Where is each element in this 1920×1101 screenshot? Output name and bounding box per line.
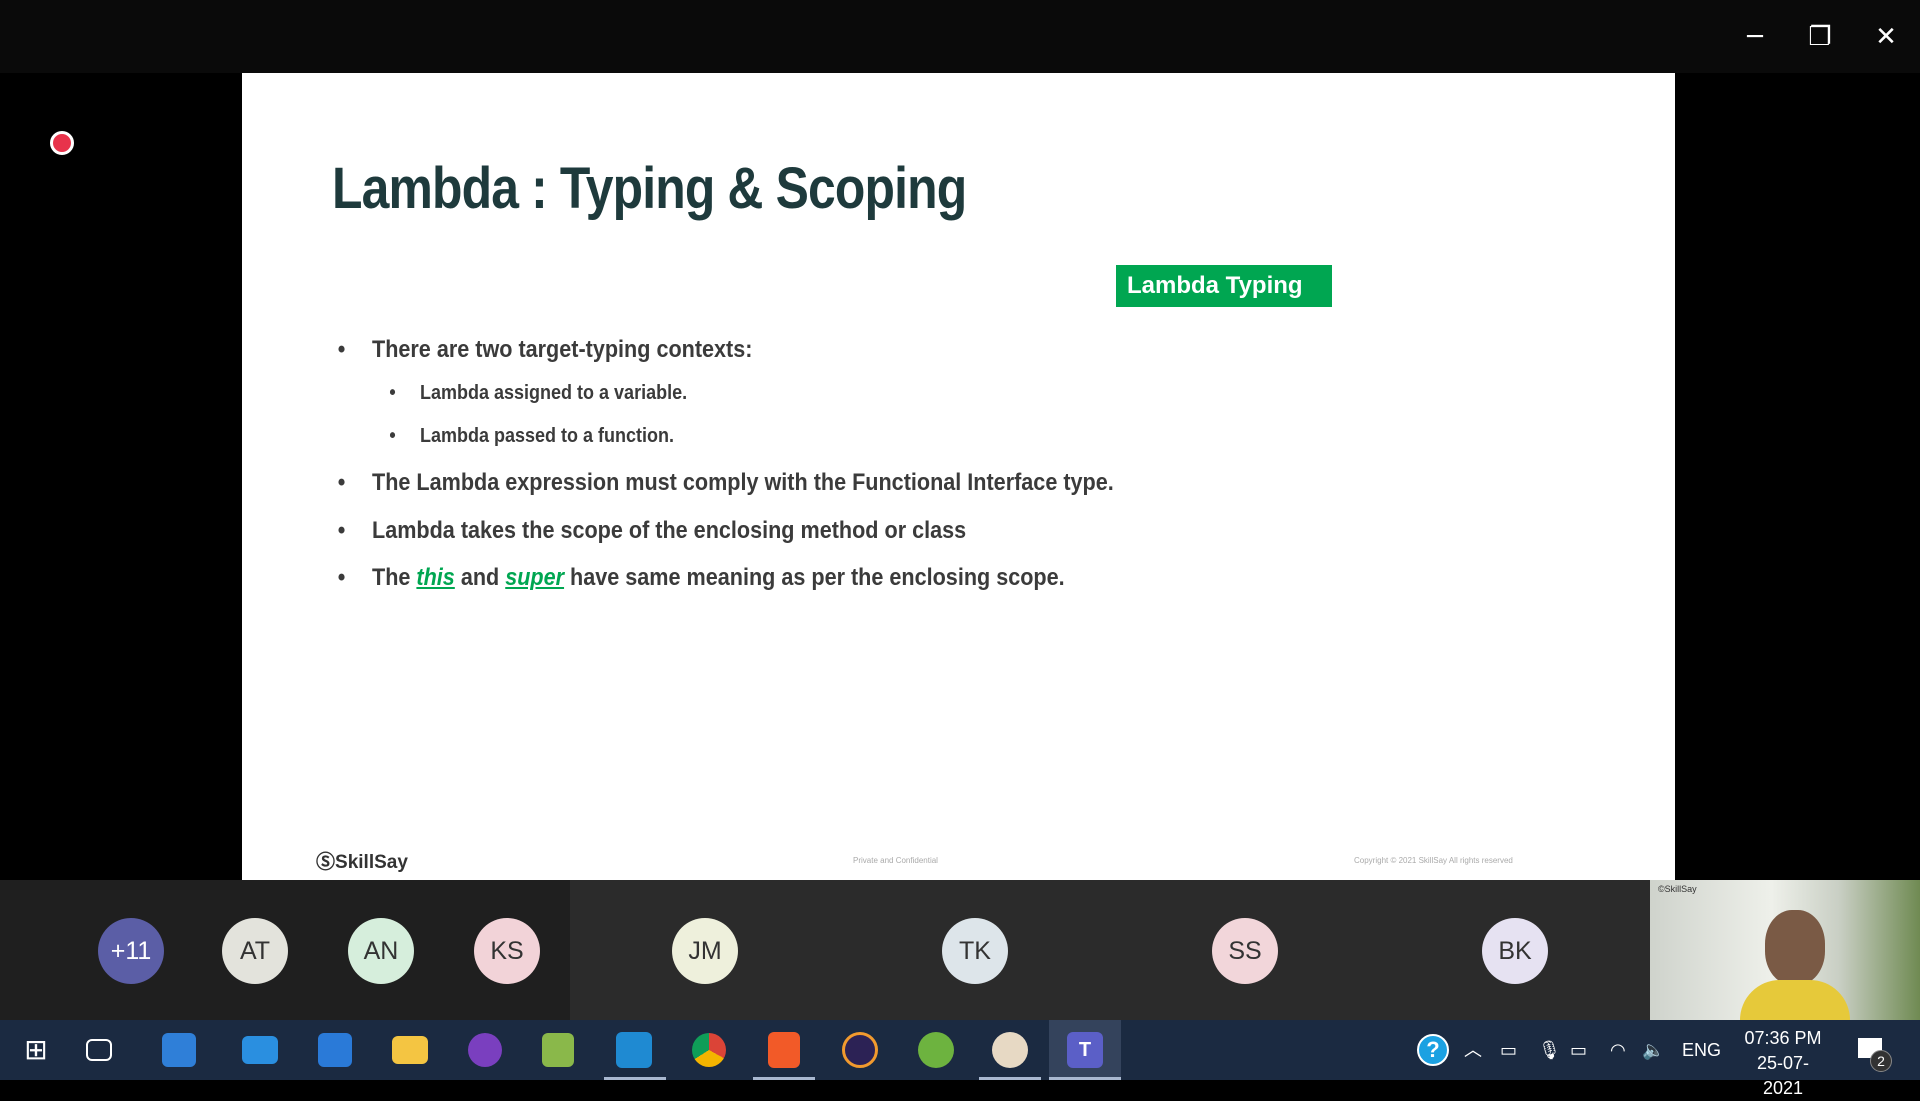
maximize-button[interactable]: ❐ <box>1803 20 1837 54</box>
bullet: • There are two target-typing contexts: <box>337 336 753 363</box>
bullet: • Lambda takes the scope of the enclosing… <box>337 517 967 544</box>
avatar: TK <box>942 918 1008 984</box>
more-participants-button[interactable]: +11 <box>98 918 164 984</box>
video-watermark: ©SkillSay <box>1658 884 1697 894</box>
minimize-button[interactable]: ─ <box>1738 20 1772 54</box>
wifi-icon[interactable]: ◠ <box>1610 1020 1626 1080</box>
calendar-icon[interactable] <box>318 1033 352 1067</box>
avatar[interactable]: AT <box>222 918 288 984</box>
teams-icon: T <box>1067 1032 1103 1068</box>
mail-icon[interactable] <box>242 1036 278 1064</box>
participant-tile[interactable]: BK <box>1380 880 1650 1020</box>
avatar[interactable]: KS <box>474 918 540 984</box>
section-badge: Lambda Typing <box>1116 265 1332 307</box>
spring-icon[interactable] <box>918 1032 954 1068</box>
start-icon[interactable]: ⊞ <box>14 1028 58 1072</box>
volume-icon[interactable]: 🔈 <box>1642 1020 1664 1080</box>
eclipse-icon[interactable] <box>842 1032 878 1068</box>
teams-taskbar-button[interactable]: T <box>1049 1020 1121 1080</box>
bullet: • The Lambda expression must comply with … <box>337 469 1114 496</box>
task-view-icon[interactable] <box>86 1039 112 1061</box>
presenter-shirt <box>1740 980 1850 1020</box>
participant-group: +11 AT AN KS <box>0 880 570 1020</box>
camera-icon[interactable]: ▭ <box>1500 1020 1517 1080</box>
participant-tile[interactable]: TK <box>840 880 1110 1020</box>
chrome-icon[interactable] <box>692 1033 726 1067</box>
participant-strip: +11 AT AN KS JM TK SS BK ©SkillSay <box>0 880 1920 1020</box>
avatar: BK <box>1482 918 1548 984</box>
bullet: • The this and super have same meaning as… <box>337 564 1065 591</box>
sub-bullet: • Lambda passed to a function. <box>389 425 675 447</box>
notepad-icon[interactable] <box>542 1033 574 1067</box>
slide-title: Lambda : Typing & Scoping <box>332 156 967 221</box>
clock-time: 07:36 PM <box>1744 1028 1822 1048</box>
presenter-face <box>1765 910 1825 985</box>
file-explorer-icon[interactable] <box>392 1036 428 1064</box>
brave-icon[interactable] <box>768 1032 800 1068</box>
clock-date: 25-07-2021 <box>1756 1053 1810 1098</box>
window-titlebar: ─ ❐ ✕ <box>0 0 1920 73</box>
presenter-video[interactable]: ©SkillSay <box>1650 880 1920 1020</box>
skillsay-logo: ⓈSkillSay <box>316 852 408 873</box>
clock[interactable]: 07:36 PM 25-07-2021 <box>1738 1026 1828 1101</box>
footer-copyright: Copyright © 2021 SkillSay All rights res… <box>1354 856 1513 865</box>
microphone-icon[interactable]: 🎙 <box>1538 1020 1561 1080</box>
vscode-icon[interactable] <box>616 1032 652 1068</box>
shared-slide: Lambda : Typing & Scoping Lambda Typing … <box>242 73 1675 880</box>
sub-bullet: • Lambda assigned to a variable. <box>389 382 688 404</box>
avatar[interactable]: AN <box>348 918 414 984</box>
avatar: SS <box>1212 918 1278 984</box>
language-indicator[interactable]: ENG <box>1682 1020 1721 1080</box>
notification-count: 2 <box>1870 1050 1892 1072</box>
taskbar: ⊞ T ? ︿ ▭ 🎙 ▭ ◠ 🔈 ENG 07:36 PM 25-07-202… <box>0 1020 1920 1098</box>
recording-icon <box>50 131 74 155</box>
show-hidden-icons[interactable]: ︿ <box>1464 1020 1482 1080</box>
store-icon[interactable] <box>162 1033 196 1067</box>
paint-icon[interactable] <box>992 1032 1028 1068</box>
footer-confidential: Private and Confidential <box>853 856 938 865</box>
participant-tile[interactable]: SS <box>1110 880 1380 1020</box>
avatar: JM <box>672 918 738 984</box>
github-icon[interactable] <box>468 1033 502 1067</box>
help-icon[interactable]: ? <box>1417 1034 1449 1066</box>
participant-tile[interactable]: JM <box>570 880 840 1020</box>
battery-icon[interactable]: ▭ <box>1570 1020 1587 1080</box>
close-button[interactable]: ✕ <box>1869 20 1903 54</box>
